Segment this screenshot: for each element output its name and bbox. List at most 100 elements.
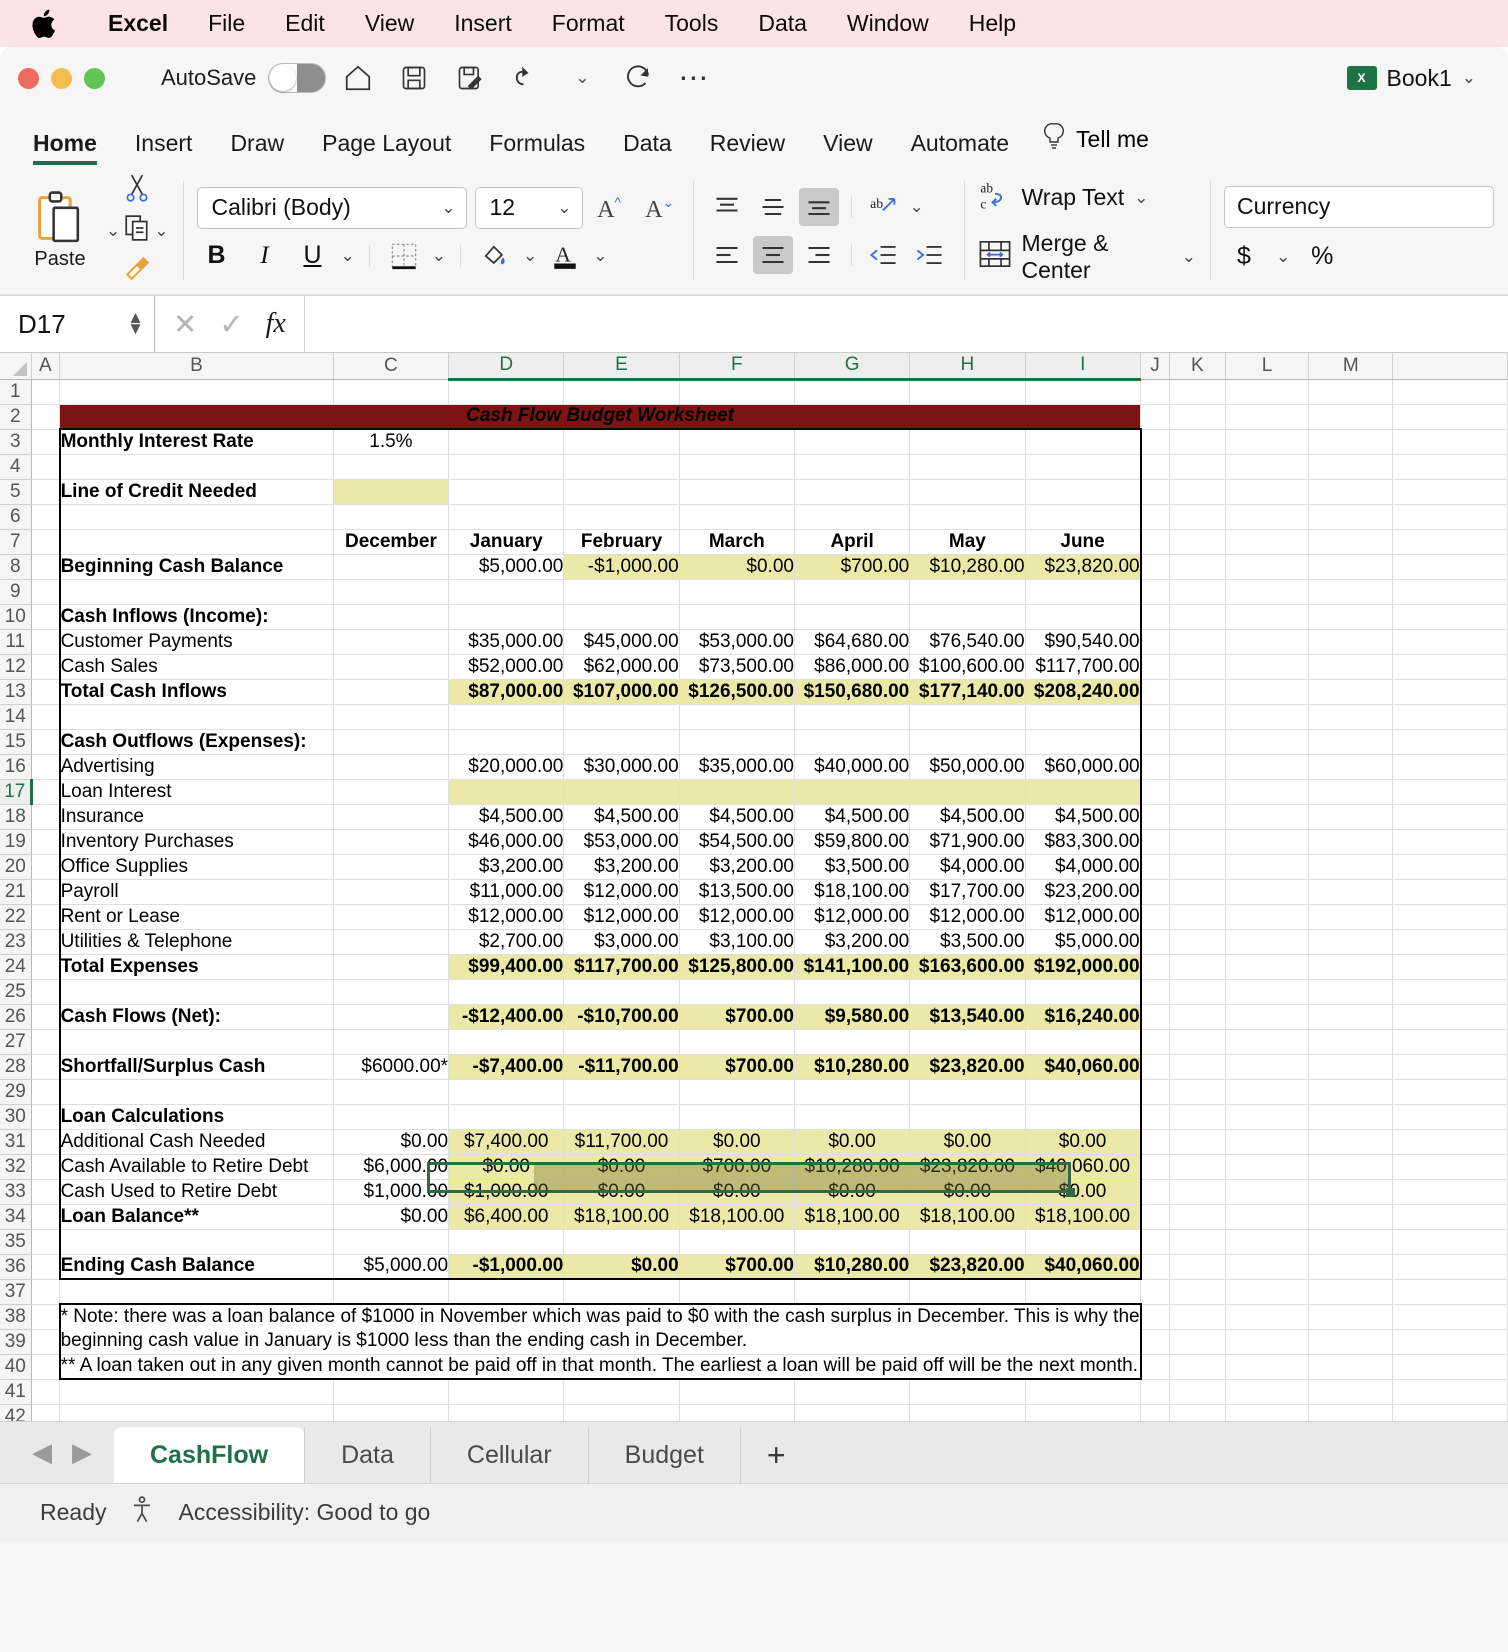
cell-m22[interactable] (1308, 904, 1394, 930)
cell-d10[interactable] (448, 604, 565, 630)
cell-d24[interactable]: $99,400.00 (448, 954, 565, 980)
italic-button[interactable]: I (245, 237, 285, 275)
cell-d6[interactable] (448, 504, 565, 530)
cell-m26[interactable] (1308, 1004, 1394, 1030)
tab-insert[interactable]: Insert (116, 130, 212, 167)
cell-l28[interactable] (1225, 1054, 1310, 1080)
cell-k35[interactable] (1169, 1229, 1226, 1255)
cell-m7[interactable] (1308, 529, 1394, 555)
cell-c36[interactable]: $5,000.00 (333, 1254, 450, 1280)
cell-e8[interactable]: -$1,000.00 (563, 554, 680, 580)
cell-d5[interactable] (448, 479, 565, 505)
cell-a11[interactable] (31, 629, 61, 655)
cell-h33[interactable]: $0.00 (909, 1179, 1026, 1205)
cell-l31[interactable] (1225, 1129, 1310, 1155)
cell-g16[interactable]: $40,000.00 (794, 754, 911, 780)
cell-k9[interactable] (1169, 579, 1226, 605)
row-header-38[interactable]: 38 (0, 1304, 32, 1330)
cell-l25[interactable] (1225, 979, 1310, 1005)
cell-b6[interactable] (58, 504, 334, 530)
cell-d30[interactable] (448, 1104, 565, 1130)
tab-draw[interactable]: Draw (211, 130, 303, 167)
cell-b22-rent-or-lease[interactable]: Rent or Lease (58, 904, 334, 930)
row-header-3[interactable]: 3 (0, 429, 32, 455)
cell-k23[interactable] (1169, 929, 1226, 955)
cell-b31-additional-cash-needed[interactable]: Additional Cash Needed (58, 1129, 334, 1155)
cell-h6[interactable] (909, 504, 1026, 530)
row-header-24[interactable]: 24 (0, 954, 32, 980)
cell-j33[interactable] (1140, 1179, 1170, 1205)
cell-d36[interactable]: -$1,000.00 (448, 1254, 565, 1280)
cell-i41[interactable] (1025, 1379, 1142, 1405)
cell-h10[interactable] (909, 604, 1026, 630)
cell-l18[interactable] (1225, 804, 1310, 830)
cell-h36[interactable]: $23,820.00 (909, 1254, 1026, 1280)
bold-button[interactable]: B (197, 237, 237, 275)
cell-a37[interactable] (31, 1279, 61, 1305)
cell-i28[interactable]: $40,060.00 (1025, 1054, 1142, 1080)
cell-b8-beginning-cash-balance[interactable]: Beginning Cash Balance (58, 554, 334, 580)
tab-data[interactable]: Data (604, 130, 691, 167)
cell-l19[interactable] (1225, 829, 1310, 855)
redo-icon[interactable] (614, 56, 662, 100)
cell-a31[interactable] (31, 1129, 61, 1155)
cell-d3[interactable] (448, 428, 565, 455)
cell-f23[interactable]: $3,100.00 (679, 929, 795, 955)
cell-h17[interactable] (909, 779, 1026, 805)
cell-j27[interactable] (1140, 1029, 1170, 1055)
cell-f42[interactable] (679, 1404, 795, 1421)
cell-d42[interactable] (448, 1404, 565, 1421)
cell-m3[interactable] (1308, 429, 1394, 455)
cell-d16[interactable]: $20,000.00 (448, 754, 565, 780)
cell-l8[interactable] (1225, 554, 1310, 580)
cell-j31[interactable] (1140, 1129, 1170, 1155)
cell-e32[interactable]: $0.00 (563, 1154, 680, 1180)
cell-a8[interactable] (31, 554, 61, 580)
cell-b7[interactable] (58, 529, 334, 555)
cell-g5[interactable] (794, 479, 911, 505)
cell-j36[interactable] (1140, 1254, 1170, 1280)
row-header-9[interactable]: 9 (0, 579, 32, 605)
apple-logo-icon[interactable] (28, 7, 62, 41)
column-header-h[interactable]: H (909, 353, 1026, 381)
menu-item-insert[interactable]: Insert (434, 10, 532, 37)
cell-l2[interactable] (1225, 404, 1310, 430)
cell-l26[interactable] (1225, 1004, 1310, 1030)
cell-l32[interactable] (1225, 1154, 1310, 1180)
cell-h41[interactable] (909, 1379, 1026, 1405)
cell-h31[interactable]: $0.00 (909, 1129, 1026, 1155)
cell-e21[interactable]: $12,000.00 (563, 879, 680, 905)
menu-item-excel[interactable]: Excel (88, 10, 188, 37)
cell-g42[interactable] (794, 1404, 911, 1421)
cell-e23[interactable]: $3,000.00 (563, 929, 680, 955)
decrease-font-size-icon[interactable]: A ⌄ (639, 189, 679, 227)
cell-j18[interactable] (1140, 804, 1170, 830)
cell-a4[interactable] (31, 454, 61, 480)
name-box[interactable]: D17 ▲ ▼ (0, 296, 155, 352)
cell-k42[interactable] (1169, 1404, 1226, 1421)
cell-i22[interactable]: $12,000.00 (1025, 904, 1142, 930)
cell-b16-advertising[interactable]: Advertising (58, 754, 334, 780)
cell-g20[interactable]: $3,500.00 (794, 854, 911, 880)
cell-e9[interactable] (563, 579, 680, 605)
font-color-icon[interactable]: A (545, 237, 585, 275)
cell-b17-loan-interest[interactable]: Loan Interest (58, 779, 334, 805)
cell-c35[interactable] (333, 1229, 450, 1255)
cell-c12[interactable] (333, 654, 450, 680)
row-header-13[interactable]: 13 (0, 679, 32, 705)
cell-c3-interest-rate-value[interactable]: 1.5% (333, 428, 450, 455)
cell-l9[interactable] (1225, 579, 1310, 605)
cell-k33[interactable] (1169, 1179, 1226, 1205)
close-window-button[interactable] (18, 67, 39, 89)
cell-h18[interactable]: $4,500.00 (909, 804, 1026, 830)
row-header-25[interactable]: 25 (0, 979, 32, 1005)
cell-j40[interactable] (1140, 1354, 1170, 1380)
cell-g32[interactable]: $10,280.00 (794, 1154, 911, 1180)
cell-l33[interactable] (1225, 1179, 1310, 1205)
cell-i15[interactable] (1025, 729, 1142, 755)
cell-b41[interactable] (59, 1379, 334, 1405)
cell-i20[interactable]: $4,000.00 (1025, 854, 1142, 880)
cell-f26[interactable]: $700.00 (679, 1004, 795, 1030)
cell-c17[interactable] (333, 779, 450, 805)
cell-m24[interactable] (1308, 954, 1394, 980)
